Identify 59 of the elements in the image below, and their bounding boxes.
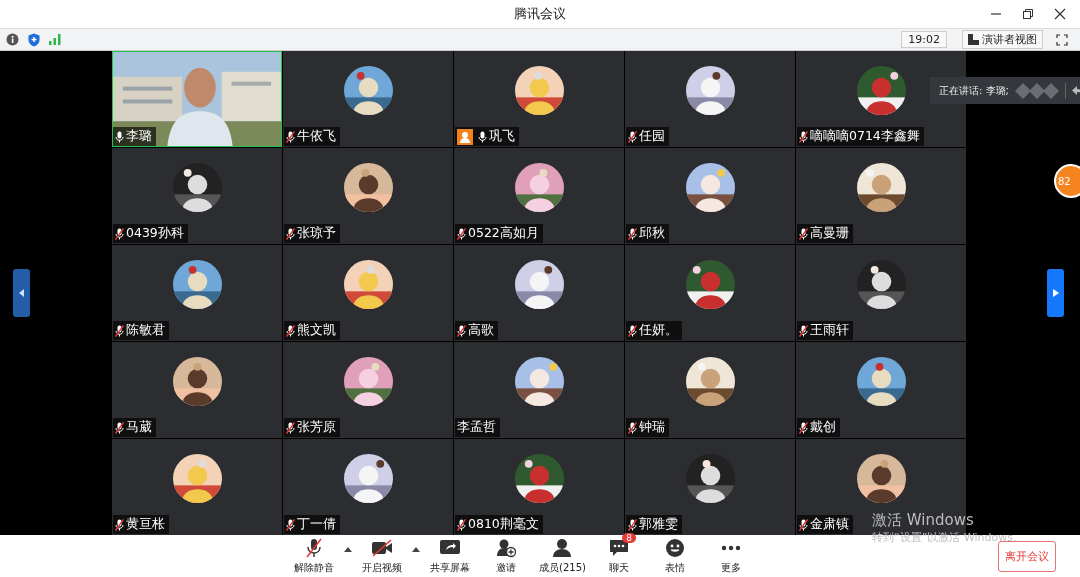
caret-icon[interactable]	[412, 546, 420, 552]
leave-meeting-button[interactable]: 离开会议	[998, 541, 1056, 572]
participant-name: 戴创	[797, 418, 840, 437]
participant-name: 邱秋	[626, 224, 669, 243]
next-page-tab[interactable]	[1047, 269, 1064, 317]
toolbar-button[interactable]: 解除静音	[291, 537, 337, 575]
toolbar-button[interactable]: 开启视频	[359, 537, 405, 575]
layout-icon	[968, 34, 979, 45]
participant-name: 黄亘枨	[113, 515, 169, 534]
participant-name: 0810荆毫文	[455, 515, 543, 534]
waveform-icon	[1014, 82, 1059, 99]
participant-name: 钟瑞	[626, 418, 669, 437]
toolbar-button[interactable]: 邀请	[483, 537, 529, 575]
restore-icon[interactable]	[1022, 8, 1034, 20]
share-screen-icon	[439, 538, 461, 557]
more-icon	[720, 544, 741, 551]
participant-name: 高歌	[455, 321, 498, 340]
info-icon[interactable]	[6, 33, 19, 46]
right-arrow-icon	[1052, 289, 1059, 297]
previous-page-tab[interactable]	[13, 269, 30, 317]
participant-name: 熊文凯	[284, 321, 340, 340]
toolbar-button[interactable]: 共享屏幕	[427, 537, 473, 575]
toolbar-button[interactable]: 成员(215)	[539, 537, 586, 575]
unread-badge: 8	[622, 533, 636, 543]
participant-name: 0522高如月	[455, 224, 543, 243]
left-arrow-icon	[18, 289, 25, 297]
participant-name: 李孟哲	[455, 418, 500, 437]
participant-name: 金肃镇	[797, 515, 853, 534]
participant-name: 陈敏君	[113, 321, 169, 340]
activation-notice: 激活 Windows	[872, 511, 975, 530]
camera-off-icon	[371, 538, 393, 557]
caret-icon[interactable]	[344, 546, 352, 552]
speaker-view-button[interactable]: 演讲者视图	[962, 30, 1043, 49]
participant-name: 任园	[626, 127, 669, 146]
participant-name: 高曼珊	[797, 224, 853, 243]
participant-name: 嘀嘀嘀0714李鑫舞	[797, 127, 924, 146]
window-title: 腾讯会议	[514, 5, 566, 23]
participant-name: 牛依飞	[284, 127, 340, 146]
fullscreen-icon[interactable]	[1056, 33, 1068, 46]
chat-icon	[608, 538, 629, 557]
participant-name: 丁一倩	[284, 515, 340, 534]
participant-name: 张芳原	[284, 418, 340, 437]
person-icon	[552, 537, 573, 558]
participant-name: 李璐	[113, 127, 156, 146]
meeting-time: 19:02	[901, 31, 947, 48]
participant-name: 0439孙科	[113, 224, 188, 243]
speaking-indicator: 正在讲话: 李璐;	[939, 83, 1009, 98]
toolbar-button[interactable]: 更多	[707, 537, 754, 575]
participant-name: 巩飞	[455, 127, 519, 146]
close-icon[interactable]	[1054, 8, 1066, 20]
muted-mic-icon	[305, 537, 323, 558]
shield-icon[interactable]	[28, 32, 40, 47]
participant-name: 张琼予	[284, 224, 340, 243]
participant-name: 王雨轩	[797, 321, 853, 340]
participant-name: 郭雅雯	[626, 515, 682, 534]
participant-name: 任妍。	[626, 321, 682, 340]
back-icon[interactable]	[1071, 85, 1080, 96]
toolbar-button[interactable]: 表情	[651, 537, 698, 575]
participant-name: 马葳	[113, 418, 156, 437]
